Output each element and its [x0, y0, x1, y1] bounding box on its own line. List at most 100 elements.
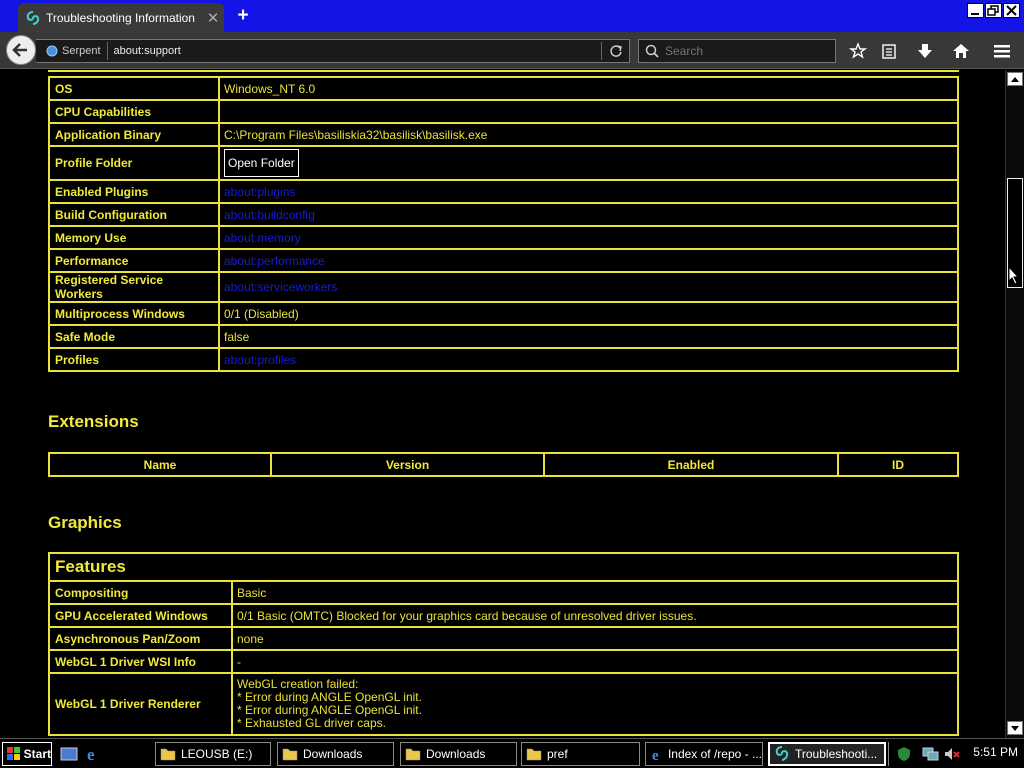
show-desktop-icon[interactable] [60, 745, 78, 763]
scroll-up-button[interactable] [1007, 72, 1023, 86]
graphics-row: Compositing Basic [48, 580, 959, 605]
row-value: C:\Program Files\basiliskia32\basilisk\b… [218, 122, 959, 147]
row-label: WebGL 1 Driver WSI Info [48, 649, 233, 674]
internet-explorer-icon[interactable]: e [85, 745, 103, 763]
application-basics-table: OS Windows_NT 6.0 CPU Capabilities Applicat… [48, 76, 959, 372]
taskbar-button[interactable]: LEOUSB (E:) [155, 742, 271, 766]
star-icon [849, 42, 867, 59]
folder-icon [282, 748, 298, 761]
info-row: OS Windows_NT 6.0 [48, 76, 959, 101]
row-value: false [218, 324, 959, 349]
close-window-button[interactable] [1003, 3, 1020, 18]
row-label: Profile Folder [48, 145, 220, 181]
row-value: 0/1 (Disabled) [218, 301, 959, 326]
row-label: CPU Capabilities [48, 99, 220, 124]
row-label: Build Configuration [48, 202, 220, 227]
row-label: WebGL 1 Driver Renderer [48, 672, 233, 736]
security-shield-icon[interactable] [895, 745, 913, 763]
downloads-button[interactable] [915, 41, 935, 61]
title-bar: Troubleshooting Information ✕ + [0, 0, 1024, 32]
taskbar-button[interactable]: Downloads [400, 742, 517, 766]
scroll-down-button[interactable] [1007, 721, 1023, 735]
info-row: Profiles about:profiles [48, 347, 959, 372]
url-bar[interactable]: Serpent about:support [36, 39, 630, 63]
volume-muted-icon[interactable] [943, 745, 961, 763]
taskbar-button-label: Index of /repo - ... [667, 747, 762, 761]
row-link[interactable]: about:serviceworkers [224, 280, 337, 294]
hamburger-menu-icon [994, 45, 1010, 58]
identity-box[interactable]: Serpent [36, 42, 108, 60]
row-label: Asynchronous Pan/Zoom [48, 626, 233, 651]
row-label: Registered Service Workers [48, 271, 220, 303]
reading-list-button[interactable] [879, 41, 899, 61]
search-input[interactable] [665, 44, 825, 58]
row-value: none [231, 626, 959, 651]
new-tab-button[interactable]: + [232, 6, 254, 26]
page-content: OS Windows_NT 6.0 CPU Capabilities Applicat… [0, 70, 1005, 738]
search-box[interactable] [638, 39, 836, 63]
extensions-column-header[interactable]: Enabled [543, 452, 839, 477]
home-button[interactable] [951, 41, 971, 61]
windows-logo-icon [7, 747, 20, 760]
row-value: Basic [231, 580, 959, 605]
start-button[interactable]: Start [2, 742, 52, 766]
open-folder-button[interactable]: Open Folder [224, 149, 299, 177]
row-link[interactable]: about:plugins [224, 185, 295, 199]
info-row: Safe Mode false [48, 324, 959, 349]
row-link[interactable]: about:profiles [224, 353, 296, 367]
row-label: OS [48, 76, 220, 101]
extensions-heading: Extensions [48, 412, 139, 431]
extensions-table: Name Version Enabled ID [48, 452, 959, 477]
home-icon [953, 44, 969, 58]
back-button[interactable] [6, 35, 36, 65]
clock[interactable]: 5:51 PM [973, 745, 1018, 759]
row-link[interactable]: about:buildconfig [224, 208, 315, 222]
tab-close-icon[interactable]: ✕ [202, 9, 224, 27]
folder-icon [526, 748, 542, 761]
taskbar-button[interactable]: Troubleshooti... [768, 742, 886, 766]
extensions-column-header[interactable]: Version [270, 452, 545, 477]
row-link[interactable]: about:performance [224, 254, 325, 268]
menu-button[interactable] [992, 41, 1012, 61]
folder-icon [405, 748, 421, 761]
maximize-button[interactable] [985, 3, 1002, 18]
clipboard-icon [882, 44, 896, 59]
bookmark-star-button[interactable] [848, 41, 868, 61]
row-link[interactable]: about:memory [224, 231, 301, 245]
graphics-row: Asynchronous Pan/Zoom none [48, 626, 959, 651]
reload-button[interactable] [601, 42, 629, 60]
triangle-up-icon [1011, 77, 1019, 82]
extensions-column-header[interactable]: Name [48, 452, 272, 477]
info-row: Enabled Plugins about:plugins [48, 179, 959, 204]
info-row: Build Configuration about:buildconfig [48, 202, 959, 227]
info-row: Multiprocess Windows 0/1 (Disabled) [48, 301, 959, 326]
identity-label: Serpent [62, 45, 101, 57]
info-row: CPU Capabilities [48, 99, 959, 124]
extensions-column-header[interactable]: ID [837, 452, 959, 477]
taskbar-button[interactable]: pref [521, 742, 640, 766]
row-value: Open Folder [218, 145, 959, 181]
row-value: about:profiles [218, 347, 959, 372]
value-line: * Exhausted GL driver caps. [237, 716, 386, 730]
row-label: Compositing [48, 580, 233, 605]
svg-text:e: e [87, 745, 95, 763]
graphics-heading: Graphics [48, 513, 122, 532]
taskbar-button[interactable]: Downloads [277, 742, 394, 766]
internet-explorer-icon: e [652, 748, 659, 762]
info-row: Memory Use about:memory [48, 225, 959, 250]
serpent-icon [775, 746, 789, 761]
network-icon[interactable] [921, 745, 939, 763]
tab-troubleshooting[interactable]: Troubleshooting Information ✕ [18, 3, 224, 32]
url-text[interactable]: about:support [114, 45, 601, 57]
graphics-features-table: Features Compositing Basic GPU Accelerated… [48, 552, 959, 736]
mouse-cursor-icon [1008, 266, 1020, 285]
taskbar-button[interactable]: e Index of /repo - ... [645, 742, 763, 766]
info-row: Performance about:performance [48, 248, 959, 273]
vertical-scrollbar[interactable] [1005, 70, 1024, 738]
graphics-row: WebGL 1 Driver WSI Info - [48, 649, 959, 674]
row-label: Application Binary [48, 122, 220, 147]
row-label: Performance [48, 248, 220, 273]
row-value: - [231, 649, 959, 674]
row-value: 0/1 Basic (OMTC) Blocked for your graphi… [231, 603, 959, 628]
minimize-button[interactable] [967, 3, 984, 18]
